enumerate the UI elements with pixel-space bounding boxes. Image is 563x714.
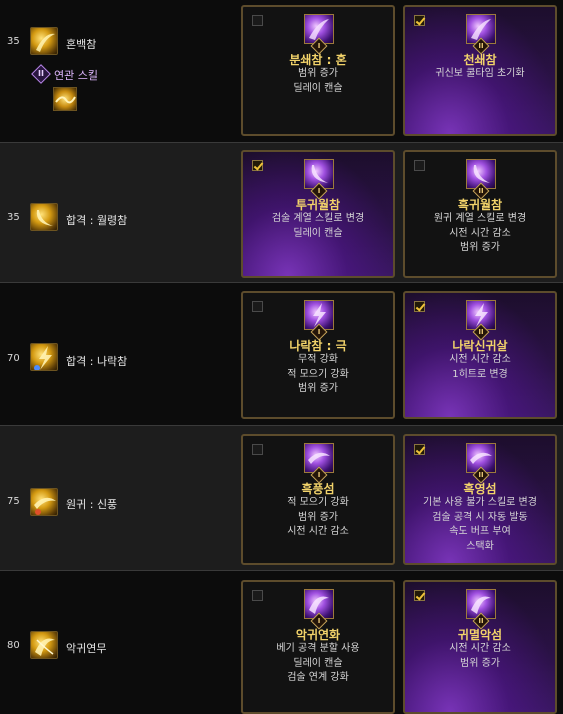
skill-name: 악귀연무	[66, 642, 107, 655]
talent-checkbox[interactable]	[414, 15, 425, 26]
talent-checkbox[interactable]	[252, 15, 263, 26]
talent-description: 베기 공격 분할 사용 딜레이 캔슬 검술 연계 강화	[243, 642, 393, 686]
talent-card-bunswaecham[interactable]: I 분쇄참 : 혼 범위 증가 딜레이 캔슬	[241, 5, 395, 136]
talent-checkbox[interactable]	[414, 444, 425, 455]
talent-checkbox[interactable]	[252, 301, 263, 312]
talent-desc-line: 딜레이 캔슬	[293, 227, 343, 239]
talent-desc-line: 적 모으기 강화	[287, 497, 349, 508]
talent-checkbox[interactable]	[252, 160, 263, 171]
talent-desc-line: 속도 버프 부여	[449, 526, 511, 537]
talent-desc-line: 귀신보 쿨타임 초기화	[435, 68, 525, 79]
golden-wind-icon[interactable]	[30, 488, 58, 516]
skill-row-wollyeongcham: 35 합격 : 월령참 I 투귀월참 검술 계열 스킬로 변경 딜레이 캔슬 I…	[0, 143, 563, 282]
talent-description: 귀신보 쿨타임 초기화	[405, 67, 555, 82]
golden-crescent-icon[interactable]	[30, 203, 58, 231]
talent-desc-line: 스택화	[466, 540, 494, 552]
skill-level: 35	[7, 212, 20, 223]
skill-level: 70	[7, 353, 20, 364]
talent-card-heugyeongseom[interactable]: II 흑영섬 기본 사용 불가 스킬로 변경 검술 공격 시 자동 발동 속도 …	[403, 434, 557, 565]
talent-card-heukpungseom[interactable]: I 흑풍섬 적 모으기 강화 범위 증가 시전 시간 감소	[241, 434, 395, 565]
talent-desc-line: 범위 증가	[298, 511, 338, 523]
skill-name: 원귀 : 신풍	[66, 498, 118, 511]
talent-description: 원귀 계열 스킬로 변경 시전 시간 감소 범위 증가	[405, 212, 555, 256]
talent-card-cheonswaecham[interactable]: II 천쇄참 귀신보 쿨타임 초기화	[403, 5, 557, 136]
talent-desc-line: 적 모으기 강화	[287, 368, 349, 380]
talent-name: 투귀월참	[295, 198, 341, 212]
talent-card-akgwiyeonhwa[interactable]: I 악귀연화 베기 공격 분할 사용 딜레이 캔슬 검술 연계 강화	[241, 580, 395, 714]
talent-name: 나락신귀살	[452, 339, 508, 353]
talent-card-tugwiwolcham[interactable]: I 투귀월참 검술 계열 스킬로 변경 딜레이 캔슬	[241, 150, 395, 278]
talent-name: 흑풍섬	[301, 482, 335, 496]
talent-card-gwimyeolakseom[interactable]: II 귀멸악섬 시전 시간 감소 범위 증가	[403, 580, 557, 714]
talent-description: 시전 시간 감소 1히트로 변경	[405, 353, 555, 382]
skill-row-narakcham: 70 합격 : 나락참 I 나락참 : 극 무적 강화 적 모으기 강화 범위 …	[0, 283, 563, 425]
golden-slash-icon[interactable]	[30, 27, 58, 55]
skill-name: 합격 : 나락참	[66, 355, 128, 368]
talent-checkbox[interactable]	[252, 590, 263, 601]
talent-card-heukgwiwolcham[interactable]: II 흑귀월참 원귀 계열 스킬로 변경 시전 시간 감소 범위 증가	[403, 150, 557, 278]
talent-desc-line: 검술 공격 시 자동 발동	[432, 511, 528, 523]
golden-wave-icon[interactable]	[53, 87, 77, 111]
talent-description: 검술 계열 스킬로 변경 딜레이 캔슬	[243, 212, 393, 241]
talent-card-narakcham-geuk[interactable]: I 나락참 : 극 무적 강화 적 모으기 강화 범위 증가	[241, 291, 395, 419]
talent-desc-line: 범위 증가	[460, 242, 500, 253]
skill-name: 혼백참	[66, 38, 97, 51]
skill-level: 80	[7, 640, 20, 651]
talent-name: 분쇄참 : 혼	[289, 53, 347, 67]
talent-description: 기본 사용 불가 스킬로 변경 검술 공격 시 자동 발동 속도 버프 부여 스…	[405, 496, 555, 554]
talent-desc-line: 기본 사용 불가 스킬로 변경	[423, 497, 537, 508]
talent-desc-line: 딜레이 캔슬	[293, 657, 343, 669]
talent-desc-line: 원귀 계열 스킬로 변경	[433, 213, 527, 224]
talent-card-naraksingwisal[interactable]: II 나락신귀살 시전 시간 감소 1히트로 변경	[403, 291, 557, 419]
talent-name: 악귀연화	[295, 628, 341, 642]
talent-checkbox[interactable]	[414, 160, 425, 171]
talent-desc-line: 범위 증가	[298, 383, 338, 394]
skill-row-honbaekcham: 35 혼백참 II 연관 스킬 I 분쇄참 : 혼 범위 증가 딜레이 캔슬 I…	[0, 0, 563, 142]
related-skill-badge: II	[31, 64, 51, 84]
talent-name: 나락참 : 극	[289, 339, 347, 353]
talent-desc-line: 시전 시간 감소	[287, 526, 349, 537]
talent-name: 흑영섬	[463, 482, 497, 496]
talent-desc-line: 딜레이 캔슬	[293, 82, 343, 94]
talent-description: 무적 강화 적 모으기 강화 범위 증가	[243, 353, 393, 397]
skill-row-sinpung: 75 원귀 : 신풍 I 흑풍섬 적 모으기 강화 범위 증가 시전 시간 감소…	[0, 426, 563, 570]
talent-checkbox[interactable]	[414, 301, 425, 312]
talent-desc-line: 시전 시간 감소	[449, 354, 511, 365]
talent-name: 천쇄참	[463, 53, 497, 67]
talent-desc-line: 범위 증가	[460, 657, 500, 669]
talent-desc-line: 시전 시간 감소	[449, 643, 511, 654]
talent-checkbox[interactable]	[252, 444, 263, 455]
talent-name: 귀멸악섬	[457, 628, 503, 642]
golden-dance-icon[interactable]	[30, 631, 58, 659]
talent-description: 적 모으기 강화 범위 증가 시전 시간 감소	[243, 496, 393, 540]
golden-lightning-icon[interactable]	[30, 343, 58, 371]
talent-desc-line: 범위 증가	[298, 68, 338, 79]
talent-desc-line: 시전 시간 감소	[449, 227, 511, 239]
talent-desc-line: 무적 강화	[298, 354, 338, 365]
skill-level: 35	[7, 36, 20, 47]
talent-name: 흑귀월참	[457, 198, 503, 212]
talent-checkbox[interactable]	[414, 590, 425, 601]
talent-description: 시전 시간 감소 범위 증가	[405, 642, 555, 671]
skill-name: 합격 : 월령참	[66, 214, 128, 227]
related-skill-label: 연관 스킬	[54, 69, 98, 82]
talent-desc-line: 베기 공격 분할 사용	[276, 643, 360, 654]
talent-desc-line: 1히트로 변경	[452, 368, 508, 380]
skill-row-akgwiyeonmu: 80 악귀연무 I 악귀연화 베기 공격 분할 사용 딜레이 캔슬 검술 연계 …	[0, 571, 563, 714]
skill-level: 75	[7, 496, 20, 507]
talent-desc-line: 검술 연계 강화	[287, 672, 349, 683]
talent-description: 범위 증가 딜레이 캔슬	[243, 67, 393, 96]
talent-desc-line: 검술 계열 스킬로 변경	[271, 213, 365, 224]
